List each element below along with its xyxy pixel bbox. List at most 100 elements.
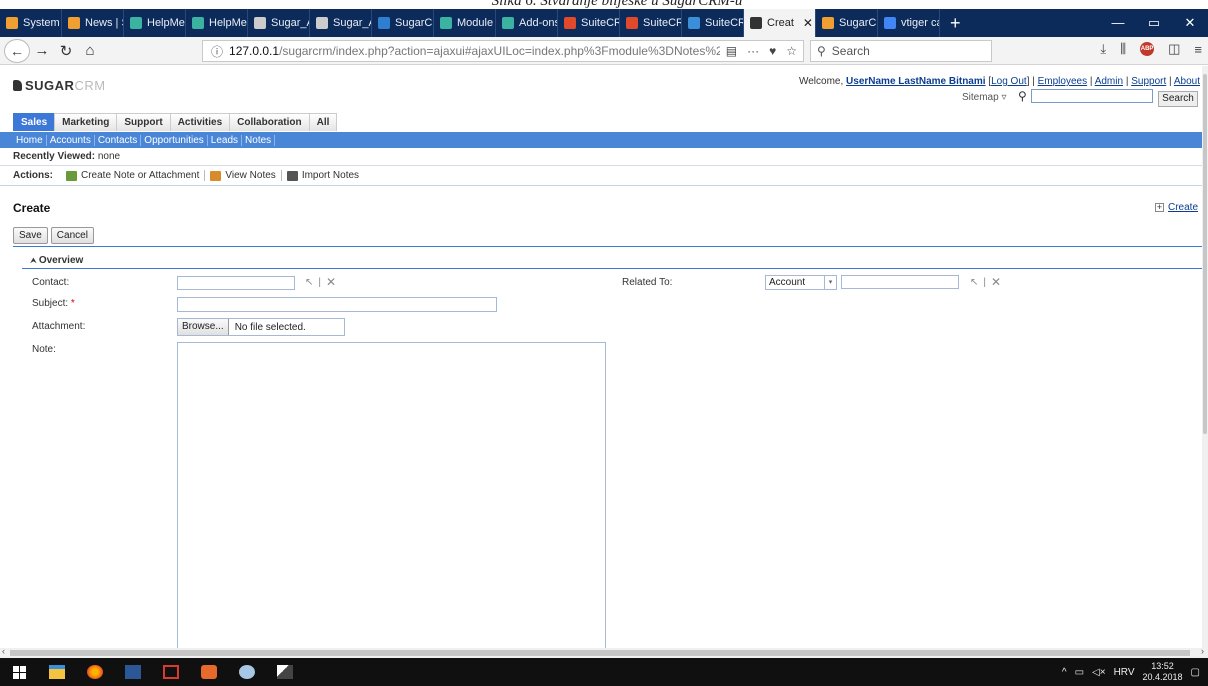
browser-tab[interactable]: SugarCR bbox=[816, 9, 878, 37]
subject-input[interactable] bbox=[177, 297, 497, 312]
contact-input[interactable] bbox=[177, 276, 295, 290]
scroll-left-icon[interactable]: ‹ bbox=[2, 646, 5, 656]
note-textarea[interactable] bbox=[177, 342, 606, 648]
browser-tab[interactable]: SuiteCRI bbox=[682, 9, 744, 37]
search-button[interactable]: Search bbox=[1158, 91, 1198, 107]
clear-icon[interactable]: ✕ bbox=[326, 275, 336, 289]
browser-tab[interactable]: Sugar_A bbox=[248, 9, 310, 37]
save-button[interactable]: Save bbox=[13, 227, 48, 244]
browser-tab[interactable]: SugarCR bbox=[372, 9, 434, 37]
photos-icon[interactable] bbox=[266, 658, 304, 686]
reader-view-icon[interactable]: ▤ bbox=[726, 44, 737, 58]
module-tab-collaboration[interactable]: Collaboration bbox=[229, 113, 310, 131]
select-arrow-icon[interactable]: ↖ bbox=[970, 277, 978, 288]
bookmark-star-icon[interactable]: ☆ bbox=[786, 44, 797, 58]
new-tab-button[interactable]: + bbox=[940, 13, 971, 34]
browser-tab[interactable]: SuiteCRI bbox=[620, 9, 682, 37]
firefox-icon[interactable] bbox=[76, 658, 114, 686]
sub-tab-opportunities[interactable]: Opportunities bbox=[141, 134, 208, 146]
battery-icon[interactable]: ▭ bbox=[1075, 667, 1084, 678]
employees-link[interactable]: Employees bbox=[1038, 76, 1087, 87]
library-icon[interactable]: ⫼ bbox=[1120, 41, 1126, 57]
divider bbox=[22, 268, 1202, 269]
related-to-label: Related To: bbox=[622, 277, 673, 288]
create-note-action[interactable]: Create Note or Attachment bbox=[61, 170, 206, 181]
downloads-icon[interactable]: ⤓ bbox=[1100, 41, 1106, 57]
file-explorer-icon[interactable] bbox=[38, 658, 76, 686]
home-button[interactable]: ⌂ bbox=[78, 42, 102, 59]
clear-icon[interactable]: ✕ bbox=[991, 275, 1001, 289]
view-notes-action[interactable]: View Notes bbox=[205, 170, 282, 181]
module-tab-marketing[interactable]: Marketing bbox=[54, 113, 118, 131]
forward-button[interactable]: → bbox=[30, 42, 54, 59]
sub-tab-accounts[interactable]: Accounts bbox=[47, 134, 95, 146]
import-notes-action[interactable]: Import Notes bbox=[282, 170, 364, 181]
tab-label: Creat bbox=[767, 17, 794, 29]
global-search-input[interactable] bbox=[1030, 89, 1153, 103]
browser-tab[interactable]: SuiteCRI bbox=[558, 9, 620, 37]
back-button[interactable]: ← bbox=[4, 38, 30, 63]
browser-tab[interactable]: System bbox=[0, 9, 62, 37]
page-actions-icon[interactable]: ··· bbox=[747, 44, 759, 58]
related-to-input[interactable] bbox=[841, 275, 959, 289]
user-name-link[interactable]: UserName LastName Bitnami bbox=[846, 76, 986, 87]
close-icon[interactable]: ✕ bbox=[1172, 15, 1208, 31]
browser-tab-bar: System News | S HelpMe HelpMe Sugar_A Sugar_A… bbox=[0, 9, 1208, 37]
xampp-icon[interactable] bbox=[190, 658, 228, 686]
sugarcrm-logo[interactable]: SUGARCRM bbox=[13, 78, 106, 93]
reload-button[interactable]: ↻ bbox=[54, 42, 78, 60]
volume-icon[interactable]: ◁× bbox=[1092, 667, 1106, 678]
module-tab-all[interactable]: All bbox=[308, 113, 338, 131]
browser-tab[interactable]: HelpMe bbox=[186, 9, 248, 37]
module-tab-sales[interactable]: Sales bbox=[13, 113, 56, 131]
vertical-scrollbar[interactable] bbox=[1202, 66, 1208, 648]
module-tab-support[interactable]: Support bbox=[116, 113, 171, 131]
word-icon[interactable] bbox=[114, 658, 152, 686]
minimize-icon[interactable]: — bbox=[1100, 15, 1136, 31]
app-icon[interactable] bbox=[228, 658, 266, 686]
browser-search-field[interactable]: ⚲ Search bbox=[810, 40, 992, 62]
clock[interactable]: 13:52 20.4.2018 bbox=[1143, 661, 1183, 683]
admin-link[interactable]: Admin bbox=[1095, 76, 1123, 87]
restore-icon[interactable]: ▭ bbox=[1136, 15, 1172, 31]
url-bar[interactable]: ⓘ 127.0.0.1/sugarcrm/index.php?action=aj… bbox=[202, 40, 804, 62]
sub-tab-home[interactable]: Home bbox=[13, 134, 47, 146]
about-link[interactable]: About bbox=[1174, 76, 1200, 87]
select-arrow-icon[interactable]: ↖ bbox=[305, 277, 313, 288]
attachment-file-input[interactable]: Browse... No file selected. bbox=[177, 318, 345, 336]
sub-tab-contacts[interactable]: Contacts bbox=[95, 134, 142, 146]
notification-icon[interactable]: ▢ bbox=[1191, 667, 1200, 678]
adblock-icon[interactable]: ABP bbox=[1140, 42, 1155, 56]
pocket-icon[interactable]: ♥ bbox=[769, 44, 776, 58]
cancel-button[interactable]: Cancel bbox=[50, 227, 94, 244]
horizontal-scrollbar[interactable]: ‹ › bbox=[0, 646, 1208, 658]
browser-tab[interactable]: Creat ✕ bbox=[744, 9, 816, 37]
create-link[interactable]: + Create bbox=[1154, 202, 1198, 213]
sub-tab-notes[interactable]: Notes bbox=[242, 134, 276, 146]
overview-panel-header[interactable]: ⮝ Overview bbox=[30, 255, 83, 266]
sidebar-icon[interactable]: ◫ bbox=[1168, 41, 1180, 57]
start-icon[interactable] bbox=[0, 658, 38, 686]
browser-tab[interactable]: vtiger ca bbox=[878, 9, 940, 37]
browser-tab[interactable]: Module bbox=[434, 9, 496, 37]
tab-label: vtiger ca bbox=[901, 17, 940, 29]
browser-tab[interactable]: HelpMe bbox=[124, 9, 186, 37]
browser-tab[interactable]: Sugar_A bbox=[310, 9, 372, 37]
sub-tab-leads[interactable]: Leads bbox=[208, 134, 243, 146]
browse-button[interactable]: Browse... bbox=[178, 319, 229, 335]
browser-tab[interactable]: Add-ons bbox=[496, 9, 558, 37]
language-indicator[interactable]: HRV bbox=[1114, 667, 1135, 678]
search-icon[interactable]: ⚲ bbox=[1018, 89, 1027, 103]
scroll-right-icon[interactable]: › bbox=[1201, 646, 1204, 656]
module-tab-activities[interactable]: Activities bbox=[169, 113, 231, 131]
related-to-type-select[interactable]: Account ▾ bbox=[765, 275, 837, 290]
close-tab-icon[interactable]: ✕ bbox=[803, 16, 813, 30]
chevron-up-icon[interactable]: ^ bbox=[1062, 667, 1067, 678]
browser-tab[interactable]: News | S bbox=[62, 9, 124, 37]
acrobat-icon[interactable] bbox=[152, 658, 190, 686]
sitemap-dropdown[interactable]: Sitemap ▿ bbox=[962, 92, 1007, 103]
menu-icon[interactable]: ≡ bbox=[1194, 42, 1202, 57]
logout-link[interactable]: Log Out bbox=[991, 76, 1027, 87]
tab-label: Module bbox=[457, 17, 494, 29]
support-link[interactable]: Support bbox=[1131, 76, 1166, 87]
